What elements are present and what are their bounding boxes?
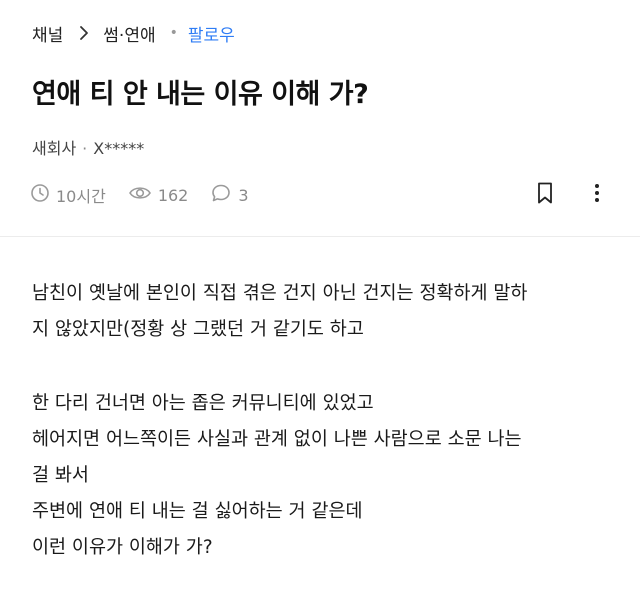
comments-count: 3 (238, 185, 249, 205)
breadcrumb-category-link[interactable]: 썸·연애 (103, 21, 155, 46)
body-line: 이런 이유가 이해가 가? (32, 537, 213, 558)
comments-stat[interactable]: 3 (210, 183, 249, 207)
comment-icon (210, 183, 238, 207)
body-line: 헤어지면 어느쪽이든 사실과 관계 없이 나쁜 사람으로 소문 나는 (32, 429, 522, 450)
bookmark-icon (536, 181, 554, 209)
more-options-button[interactable] (582, 180, 612, 210)
post-body: 남친이 옛날에 본인이 직접 겪은 건지 아닌 건지는 정확하게 말하 지 않았… (32, 276, 622, 566)
post-actions (508, 180, 612, 210)
body-line: 주변에 연애 티 내는 걸 싫어하는 거 같은데 (32, 501, 363, 522)
author-info[interactable]: 새회사 · X***** (32, 135, 144, 159)
post-title: 연애 티 안 내는 이유 이해 가? (32, 79, 369, 110)
breadcrumb: 채널 썸·연애 • 팔로우 (32, 18, 235, 48)
time-stat: 10시간 (30, 183, 106, 207)
more-vertical-icon (594, 182, 600, 208)
divider (0, 236, 640, 237)
body-line: 지 않았지만(정황 상 그랬던 거 같기도 하고 (32, 319, 364, 340)
author-name: X***** (93, 139, 145, 158)
post-stats: 10시간 162 3 (30, 180, 271, 210)
eye-icon (128, 183, 158, 207)
breadcrumb-dot: • (169, 25, 178, 41)
views-count: 162 (157, 185, 189, 205)
clock-icon (30, 183, 56, 207)
body-line: 걸 봐서 (32, 465, 89, 486)
author-company: 새회사 (32, 139, 77, 158)
body-line: 남친이 옛날에 본인이 직접 겪은 건지 아닌 건지는 정확하게 말하 (32, 283, 528, 304)
bookmark-button[interactable] (530, 180, 560, 210)
time-text: 10시간 (56, 187, 106, 206)
follow-button[interactable]: 팔로우 (188, 21, 235, 46)
views-stat: 162 (128, 183, 189, 207)
breadcrumb-channel-link[interactable]: 채널 (32, 21, 63, 46)
author-separator: · (82, 139, 88, 158)
chevron-right-icon (79, 25, 89, 41)
body-line: 한 다리 건너면 아는 좁은 커뮤니티에 있었고 (32, 393, 374, 414)
